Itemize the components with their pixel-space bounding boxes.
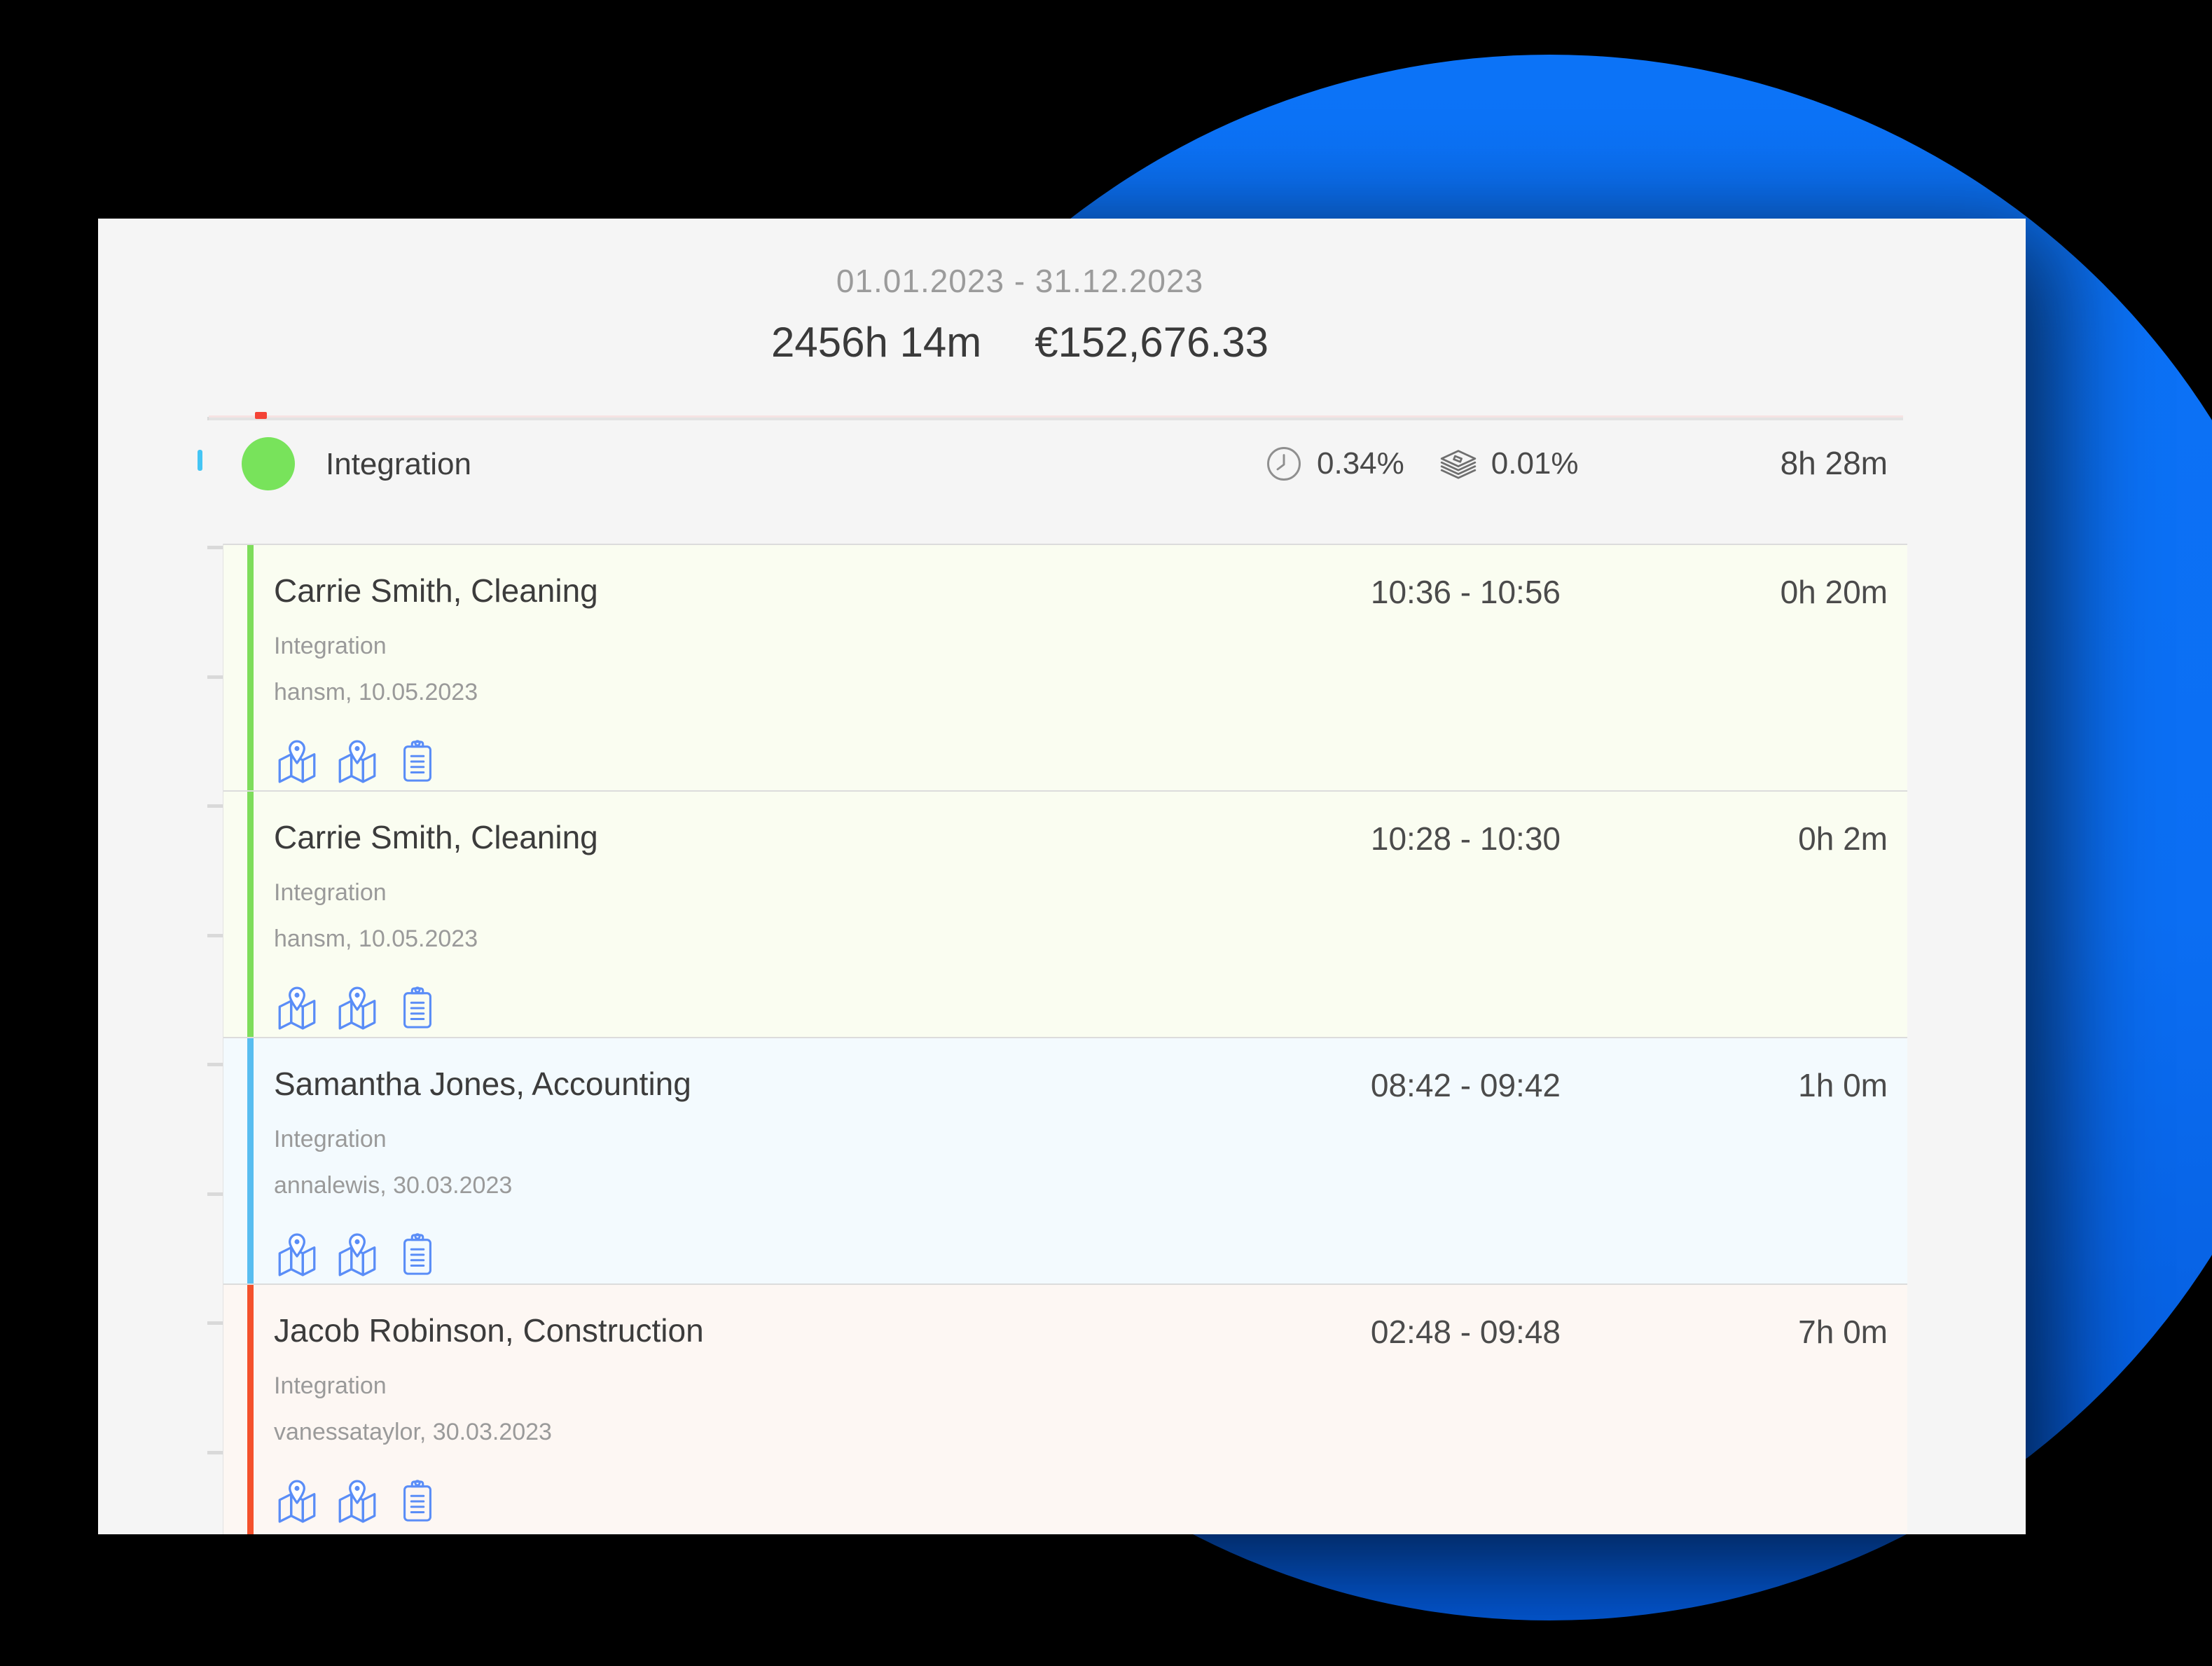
time-entry-list: Carrie Smith, Cleaning Integration hansm…: [223, 544, 1907, 1534]
entry-time-range: 10:28 - 10:30: [1371, 820, 1561, 858]
entry-accent-bar: [247, 1038, 254, 1283]
group-stats: 0.34% 0.01%: [1261, 437, 1579, 490]
entry-actions: [274, 1232, 1907, 1278]
entry-actions: [274, 738, 1907, 785]
entry-project: Integration: [274, 631, 1907, 661]
money-percentage: 0.01%: [1491, 446, 1579, 481]
map-start-location-icon[interactable]: [274, 738, 320, 785]
entry-accent-bar: [247, 792, 254, 1037]
map-end-location-icon[interactable]: [334, 1232, 380, 1278]
group-row-integration[interactable]: Integration 0.34%: [98, 420, 2026, 544]
entry-accent-bar: [247, 545, 254, 790]
notes-clipboard-icon[interactable]: [394, 1232, 441, 1278]
time-entry-row[interactable]: Jacob Robinson, Construction Integration…: [223, 1283, 1907, 1534]
group-color-dot: [242, 437, 295, 490]
entry-user-date: hansm, 10.05.2023: [274, 923, 1907, 954]
entry-actions: [274, 1478, 1907, 1524]
entry-title: Jacob Robinson, Construction: [274, 1312, 1907, 1349]
map-start-location-icon[interactable]: [274, 1478, 320, 1524]
map-end-location-icon[interactable]: [334, 1478, 380, 1524]
time-percentage: 0.34%: [1317, 446, 1404, 481]
entry-actions: [274, 985, 1907, 1031]
map-start-location-icon[interactable]: [274, 1232, 320, 1278]
notes-clipboard-icon[interactable]: [394, 1478, 441, 1524]
page: 01.01.2023 - 31.12.2023 2456h 14m €152,6…: [0, 0, 2212, 1666]
time-entry-row[interactable]: Samantha Jones, Accounting Integration a…: [223, 1037, 1907, 1283]
notes-clipboard-icon[interactable]: [394, 738, 441, 785]
time-entry-row[interactable]: Carrie Smith, Cleaning Integration hansm…: [223, 544, 1907, 790]
time-report-card: 01.01.2023 - 31.12.2023 2456h 14m €152,6…: [98, 219, 2026, 1534]
entry-user-date: vanessataylor, 30.03.2023: [274, 1417, 1907, 1447]
entry-user-date: annalewis, 30.03.2023: [274, 1170, 1907, 1201]
map-start-location-icon[interactable]: [274, 985, 320, 1031]
entry-project: Integration: [274, 877, 1907, 908]
total-amount: €152,676.33: [1035, 318, 1269, 366]
entry-project: Integration: [274, 1124, 1907, 1155]
entry-duration: 0h 20m: [1781, 573, 1888, 611]
entry-time-range: 02:48 - 09:48: [1371, 1313, 1561, 1351]
entry-duration: 1h 0m: [1798, 1066, 1888, 1104]
map-end-location-icon[interactable]: [334, 738, 380, 785]
clock-icon: [1261, 441, 1307, 487]
notes-clipboard-icon[interactable]: [394, 985, 441, 1031]
time-entry-row[interactable]: Carrie Smith, Cleaning Integration hansm…: [223, 790, 1907, 1037]
total-hours: 2456h 14m: [771, 318, 981, 366]
group-total-time: 8h 28m: [1781, 444, 1888, 482]
map-end-location-icon[interactable]: [334, 985, 380, 1031]
group-label: Integration: [326, 447, 471, 482]
money-icon: [1435, 441, 1481, 487]
entry-title: Samantha Jones, Accounting: [274, 1065, 1907, 1103]
report-header: 01.01.2023 - 31.12.2023 2456h 14m €152,6…: [98, 219, 2026, 366]
red-marker-dash: [255, 412, 267, 419]
entry-duration: 7h 0m: [1798, 1313, 1888, 1351]
entry-time-range: 10:36 - 10:56: [1371, 573, 1561, 611]
entry-user-date: hansm, 10.05.2023: [274, 677, 1907, 708]
entry-time-range: 08:42 - 09:42: [1371, 1066, 1561, 1104]
entry-title: Carrie Smith, Cleaning: [274, 818, 1907, 856]
group-separator-line: [209, 415, 1903, 420]
entry-title: Carrie Smith, Cleaning: [274, 572, 1907, 610]
report-totals: 2456h 14m €152,676.33: [98, 318, 1942, 366]
entry-accent-bar: [247, 1285, 254, 1534]
date-range: 01.01.2023 - 31.12.2023: [98, 262, 1942, 300]
entry-duration: 0h 2m: [1798, 820, 1888, 858]
entry-project: Integration: [274, 1370, 1907, 1401]
